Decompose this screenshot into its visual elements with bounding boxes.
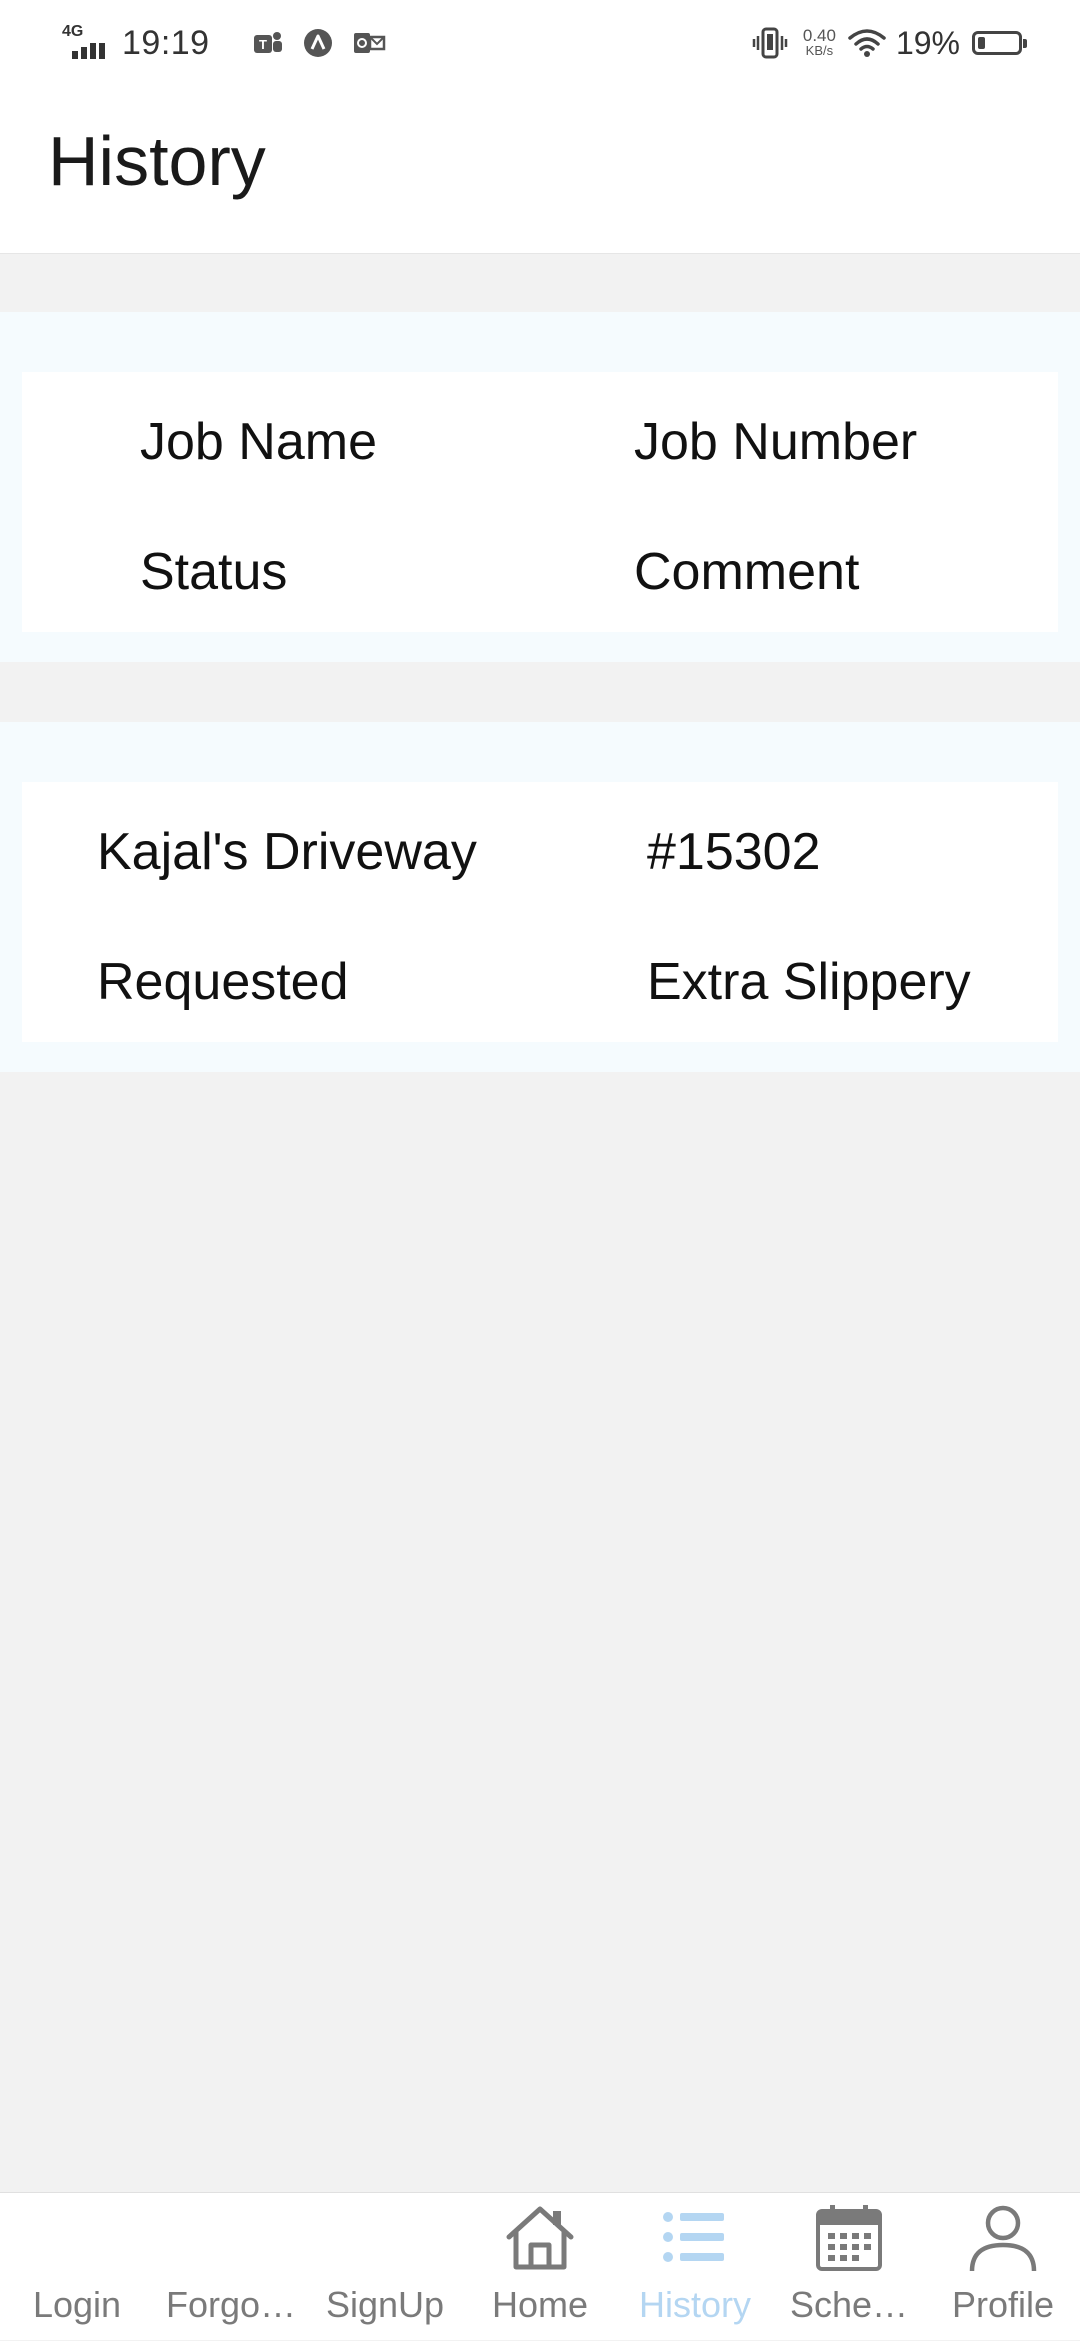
notification-icons: T bbox=[252, 27, 386, 59]
job-number-value: #15302 bbox=[647, 823, 821, 881]
tab-label: Home bbox=[491, 2284, 589, 2325]
column-header-status: Status bbox=[140, 543, 288, 601]
page-title: History bbox=[48, 122, 266, 200]
app-header: History bbox=[0, 86, 1080, 254]
calendar-icon bbox=[816, 2205, 882, 2271]
tab-forgot-password[interactable]: Forgo… bbox=[154, 2193, 308, 2341]
network-speed-unit: KB/s bbox=[805, 43, 834, 58]
network-speed: 0.40 KB/s bbox=[802, 26, 836, 58]
tab-label: Profile bbox=[951, 2284, 1055, 2325]
tab-home[interactable]: Home bbox=[463, 2193, 617, 2341]
column-header-job-name: Job Name bbox=[140, 413, 377, 471]
wifi-icon bbox=[848, 29, 886, 57]
tab-label: SignUp bbox=[325, 2284, 445, 2325]
history-row-card[interactable]: Kajal's Driveway #15302 Requested Extra … bbox=[0, 722, 1080, 1072]
tab-history[interactable]: History bbox=[618, 2193, 772, 2341]
network-speed-value: 0.40 bbox=[802, 26, 836, 45]
table-row[interactable]: Kajal's Driveway #15302 Requested Extra … bbox=[22, 782, 1058, 1042]
column-header-comment: Comment bbox=[634, 543, 860, 601]
list-icon bbox=[663, 2212, 724, 2262]
bottom-tab-bar: Login Forgo… SignUp Home History Sche… P… bbox=[0, 2192, 1080, 2340]
battery-percent: 19% bbox=[895, 24, 960, 61]
tab-profile[interactable]: Profile bbox=[926, 2193, 1080, 2341]
table-header-card: Job Name Job Number Status Comment bbox=[0, 312, 1080, 662]
comment-value: Extra Slippery bbox=[647, 953, 971, 1011]
status-value: Requested bbox=[97, 953, 349, 1011]
vibrate-icon bbox=[752, 27, 788, 59]
tab-label: History bbox=[638, 2284, 751, 2325]
table-header: Job Name Job Number Status Comment bbox=[22, 372, 1058, 632]
tab-label: Login bbox=[32, 2284, 122, 2325]
status-bar-right: 0.40 KB/s 19% bbox=[751, 18, 1027, 68]
status-bar: 4G 19:19 T 0.40 KB/s 19% bbox=[0, 0, 1080, 86]
person-icon bbox=[969, 2205, 1037, 2272]
app-notification-icon bbox=[303, 29, 332, 57]
tab-label: Forgo… bbox=[165, 2284, 297, 2325]
home-icon bbox=[506, 2206, 574, 2270]
tab-login[interactable]: Login bbox=[0, 2193, 154, 2341]
column-header-job-number: Job Number bbox=[634, 413, 918, 471]
tab-schedule[interactable]: Sche… bbox=[772, 2193, 926, 2341]
cellular-signal-icon: 4G bbox=[62, 23, 112, 63]
job-name-value: Kajal's Driveway bbox=[97, 823, 477, 881]
status-time: 19:19 bbox=[122, 23, 210, 62]
tab-signup[interactable]: SignUp bbox=[308, 2193, 462, 2341]
outlook-icon bbox=[353, 33, 385, 53]
status-bar-left: 4G 19:19 T bbox=[62, 18, 386, 68]
teams-icon: T bbox=[253, 32, 282, 53]
battery-icon bbox=[972, 31, 1027, 55]
svg-text:T: T bbox=[259, 37, 267, 52]
network-type: 4G bbox=[62, 23, 84, 40]
tab-label: Sche… bbox=[789, 2284, 909, 2325]
